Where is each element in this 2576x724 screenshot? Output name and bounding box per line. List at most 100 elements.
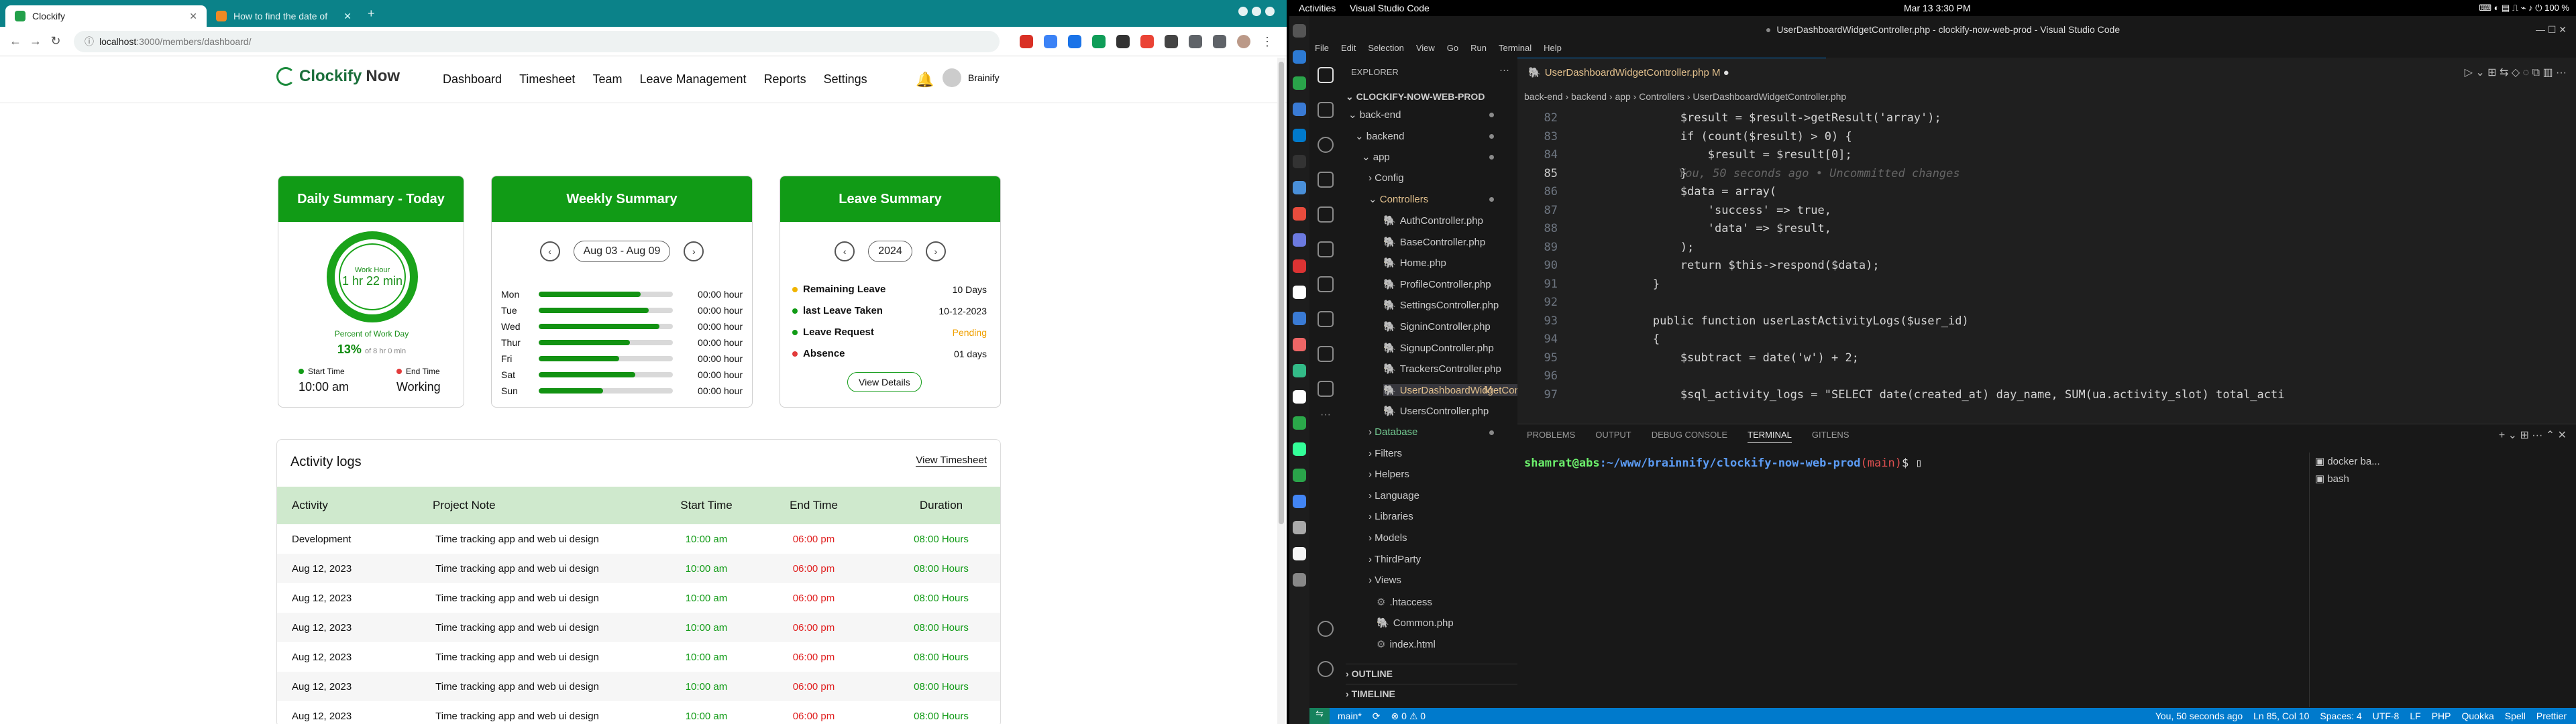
tree-item[interactable]: ⌄ Controllers xyxy=(1368,193,1494,205)
timeline-section[interactable]: › TIMELINE xyxy=(1346,684,1517,699)
dock-app-icon[interactable] xyxy=(1293,495,1306,508)
tree-item[interactable]: 🐘 SettingsController.php xyxy=(1383,299,1499,311)
table-row[interactable]: Aug 12, 2023 Time tracking app and web ui… xyxy=(277,672,1000,701)
gitlens-icon[interactable] xyxy=(1318,311,1334,327)
site-info-icon[interactable]: ⓘ xyxy=(85,35,94,48)
tree-item[interactable]: 🐘 BaseController.php xyxy=(1383,236,1485,248)
tree-item[interactable]: 🐘 TrackersController.php xyxy=(1383,363,1501,375)
more-icon[interactable]: ··· xyxy=(1320,409,1331,421)
extensions-icon[interactable] xyxy=(1318,241,1334,257)
nav-leave-management[interactable]: Leave Management xyxy=(639,72,746,86)
tree-item[interactable]: › ThirdParty xyxy=(1368,554,1421,565)
panel-tab-debug-console[interactable]: DEBUG CONSOLE xyxy=(1652,430,1727,443)
clockifynow-logo[interactable]: Clockify Now xyxy=(276,67,400,86)
prev-year-button[interactable]: ‹ xyxy=(835,241,855,261)
view-details-button[interactable]: View Details xyxy=(847,372,922,392)
explorer-icon[interactable] xyxy=(1318,67,1334,83)
menu-go[interactable]: Go xyxy=(1447,43,1458,58)
back-icon[interactable]: ← xyxy=(5,34,25,48)
reload-icon[interactable]: ↻ xyxy=(46,34,66,48)
manage-gear-icon[interactable] xyxy=(1318,661,1334,677)
tree-item[interactable]: › Filters xyxy=(1368,448,1402,459)
tree-item[interactable]: ⚙ .htaccess xyxy=(1377,596,1432,608)
extension-icon[interactable] xyxy=(1068,35,1081,48)
nav-timesheet[interactable]: Timesheet xyxy=(519,72,575,86)
source-control-icon[interactable] xyxy=(1318,172,1334,188)
outline-section[interactable]: › OUTLINE xyxy=(1346,664,1517,679)
dock-app-icon[interactable] xyxy=(1293,547,1306,560)
explorer-more-icon[interactable]: ··· xyxy=(1499,64,1509,76)
extension-icon[interactable] xyxy=(1020,35,1033,48)
prev-week-button[interactable]: ‹ xyxy=(539,241,560,261)
forward-icon[interactable]: → xyxy=(25,34,46,48)
menu-kebab-icon[interactable]: ⋮ xyxy=(1261,35,1273,49)
remote-indicator-icon[interactable]: ⇋ xyxy=(1309,708,1330,724)
tree-item[interactable]: 🐘 SignupController.php xyxy=(1383,342,1494,354)
status-item[interactable]: Spaces: 4 xyxy=(2320,711,2361,721)
editor-actions[interactable]: ▷ ⌄ ⊞ ⇆ ◇ ◌ ⧉ ▥ ··· xyxy=(2465,66,2567,79)
system-tray[interactable]: ⌨ ◐ ▤ ⎍ ⌁ ♪ ⏻ 100 % xyxy=(2479,3,2569,13)
dock-app-icon[interactable] xyxy=(1293,312,1306,325)
unsaved-dot-icon[interactable]: ● xyxy=(1723,67,1729,78)
tree-item[interactable]: 🐘 SigninController.php xyxy=(1383,320,1491,333)
search-icon[interactable] xyxy=(1318,137,1334,153)
accounts-icon[interactable] xyxy=(1318,621,1334,637)
status-item[interactable]: UTF-8 xyxy=(2373,711,2400,721)
status-item[interactable]: Ln 85, Col 10 xyxy=(2253,711,2309,721)
menu-help[interactable]: Help xyxy=(1544,43,1562,58)
panel-actions[interactable]: + ⌄ ⊞ ··· ⌃ ✕ xyxy=(2499,428,2567,442)
dock-app-icon[interactable] xyxy=(1293,364,1306,377)
dock-app-icon[interactable] xyxy=(1293,181,1306,194)
dock-app-icon[interactable] xyxy=(1293,207,1306,221)
breadcrumb-item[interactable]: backend xyxy=(1571,91,1607,102)
window-controls[interactable]: — ☐ ✕ xyxy=(2536,16,2567,43)
tree-item[interactable]: › Database xyxy=(1368,426,1494,438)
menu-view[interactable]: View xyxy=(1416,43,1435,58)
extension-icon[interactable] xyxy=(1116,35,1130,48)
tree-item[interactable]: ⌄ back-end xyxy=(1348,109,1494,121)
user-menu[interactable]: Brainify xyxy=(943,68,1000,87)
view-timesheet-link[interactable]: View Timesheet xyxy=(916,455,987,467)
table-row[interactable]: Aug 12, 2023 Time tracking app and web ui… xyxy=(277,554,1000,583)
tree-item[interactable]: › Language xyxy=(1368,490,1419,501)
nav-team[interactable]: Team xyxy=(592,72,622,86)
tree-item[interactable]: ⌄ app xyxy=(1362,151,1494,163)
dock-app-icon[interactable] xyxy=(1293,286,1306,299)
tree-item[interactable]: ⌄ backend xyxy=(1355,130,1494,142)
breadcrumb-item[interactable]: app xyxy=(1615,91,1630,102)
panel-tab-terminal[interactable]: TERMINAL xyxy=(1748,430,1792,443)
breadcrumb-item[interactable]: UserDashboardWidgetController.php xyxy=(1693,91,1846,102)
status-item[interactable]: PHP xyxy=(2432,711,2451,721)
status-item[interactable]: Prettier xyxy=(2536,711,2567,721)
dock-app-icon[interactable] xyxy=(1293,573,1306,587)
notification-bell-icon[interactable]: 🔔 xyxy=(916,71,934,88)
scrollbar-thumb[interactable] xyxy=(1279,62,1284,524)
table-row[interactable]: Aug 12, 2023 Time tracking app and web ui… xyxy=(277,642,1000,672)
extensions-badge-icon[interactable] xyxy=(1318,102,1334,118)
dock-app-icon[interactable] xyxy=(1293,521,1306,534)
tree-item[interactable]: ⚙ index.html xyxy=(1377,638,1436,650)
breadcrumb-item[interactable]: back-end xyxy=(1524,91,1563,102)
menu-run[interactable]: Run xyxy=(1470,43,1487,58)
nav-settings[interactable]: Settings xyxy=(824,72,867,86)
editor-tab[interactable]: 🐘 UserDashboardWidgetController.php M ● xyxy=(1517,58,1826,87)
close-tab-icon[interactable]: ✕ xyxy=(343,11,352,22)
tree-item[interactable]: › Views xyxy=(1368,575,1401,586)
table-row[interactable]: Development Time tracking app and web ui … xyxy=(277,524,1000,554)
tree-item[interactable]: › Helpers xyxy=(1368,469,1409,480)
table-row[interactable]: Aug 12, 2023 Time tracking app and web ui… xyxy=(277,613,1000,642)
menu-selection[interactable]: Selection xyxy=(1368,43,1403,58)
dock-app-icon[interactable] xyxy=(1293,259,1306,273)
sync-icon[interactable]: ⟳ xyxy=(1373,711,1381,722)
git-branch[interactable]: main* xyxy=(1338,711,1362,721)
tree-item[interactable]: › Config xyxy=(1368,172,1404,184)
close-window-icon[interactable] xyxy=(1265,7,1275,16)
dock-app-icon[interactable] xyxy=(1293,103,1306,116)
dock-app-icon[interactable] xyxy=(1293,469,1306,482)
tree-item[interactable]: 🐘 UsersController.php xyxy=(1383,405,1489,417)
next-week-button[interactable]: › xyxy=(684,241,704,261)
page-scrollbar[interactable] xyxy=(1277,58,1285,724)
close-tab-icon[interactable]: ✕ xyxy=(189,11,197,22)
status-item[interactable]: You, 50 seconds ago xyxy=(2155,711,2243,721)
docker-icon[interactable] xyxy=(1318,346,1334,362)
